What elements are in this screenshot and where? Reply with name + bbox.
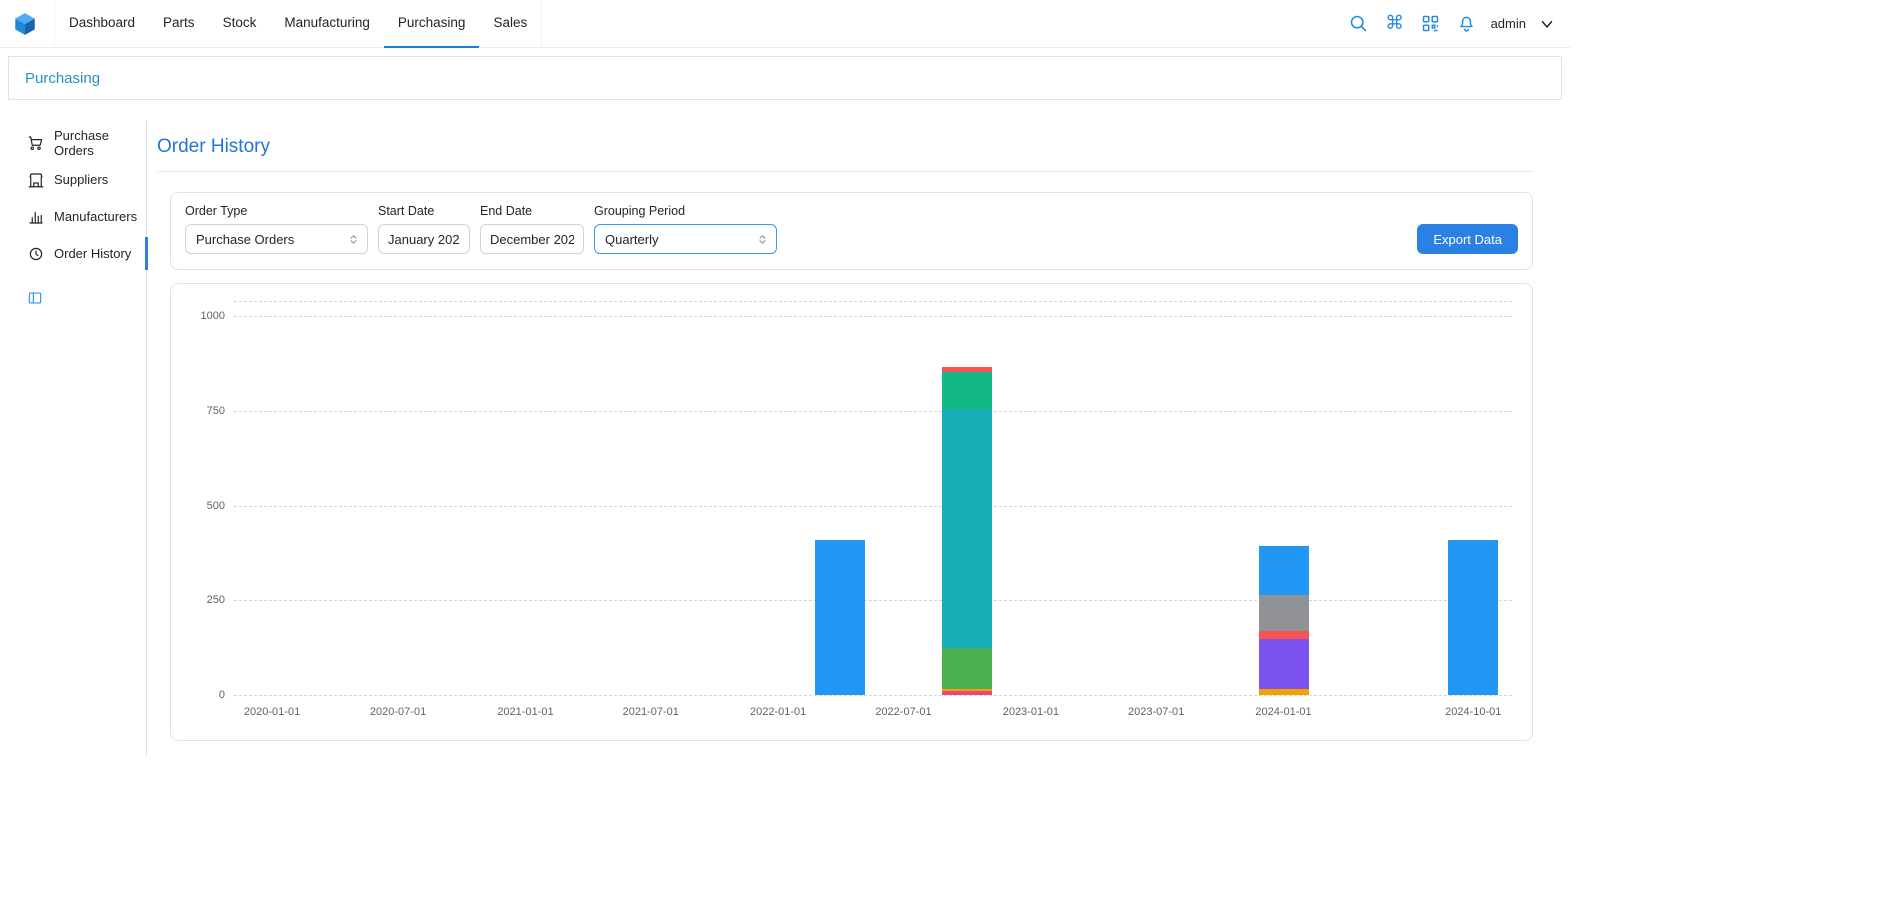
sidebar-item-purchase-orders[interactable]: Purchase Orders [0,124,146,161]
x-axis-tick-label: 2023-01-01 [1003,706,1059,718]
bar-segment[interactable] [1259,639,1309,689]
end-date-field: End Date [480,204,584,254]
qr-scan-icon[interactable] [1419,12,1443,36]
main-content: Order History Order Type Purchase Orders… [147,120,1570,756]
end-date-label: End Date [480,204,584,218]
y-axis-tick-label: 0 [219,689,225,701]
bar-segment[interactable] [1448,540,1498,695]
y-axis-tick-label: 1000 [201,310,225,322]
tab-stock[interactable]: Stock [209,0,271,48]
bar-segment[interactable] [942,689,992,691]
sidebar-item-manufacturers[interactable]: Manufacturers [0,198,146,235]
chart-bar[interactable] [815,540,865,695]
tab-purchasing[interactable]: Purchasing [384,0,480,48]
bar-segment[interactable] [942,372,992,409]
chart-gridline [234,316,1512,317]
bar-segment[interactable] [1259,689,1309,695]
order-type-value: Purchase Orders [196,232,294,247]
chart-bar[interactable] [1448,540,1498,695]
shopping-cart-icon [27,134,45,152]
tab-sales[interactable]: Sales [479,0,541,48]
x-axis-tick-label: 2024-10-01 [1445,706,1501,718]
sidebar-item-label: Suppliers [54,172,108,187]
chart-bar[interactable] [942,367,992,695]
tab-parts[interactable]: Parts [149,0,209,48]
bar-segment[interactable] [1259,631,1309,639]
breadcrumb-purchasing[interactable]: Purchasing [25,70,100,87]
x-axis-tick-label: 2021-07-01 [623,706,679,718]
sidebar-item-suppliers[interactable]: Suppliers [0,161,146,198]
x-axis-tick-label: 2020-07-01 [370,706,426,718]
filter-panel: Order Type Purchase Orders Start Date [170,192,1533,270]
y-axis-tick-label: 750 [207,405,225,417]
grouping-period-value: Quarterly [605,232,658,247]
order-type-select[interactable]: Purchase Orders [185,224,368,254]
history-clock-icon [27,245,45,263]
start-date-input[interactable] [378,224,470,254]
sidebar-item-order-history[interactable]: Order History [0,235,146,272]
building-store-icon [27,171,45,189]
bar-segment[interactable] [942,409,992,648]
grouping-period-select[interactable]: Quarterly [594,224,777,254]
y-axis-tick-label: 250 [207,594,225,606]
x-axis-tick-label: 2020-01-01 [244,706,300,718]
app-window: Dashboard Parts Stock Manufacturing Purc… [0,0,1570,756]
bar-segment[interactable] [942,367,992,372]
order-type-label: Order Type [185,204,368,218]
chart-gridline [234,600,1512,601]
chart-gridline [234,695,1512,696]
app-logo-icon[interactable] [12,10,40,38]
username-label: admin [1491,16,1526,31]
x-axis-tick-label: 2022-07-01 [875,706,931,718]
end-date-input[interactable] [480,224,584,254]
grouping-period-label: Grouping Period [594,204,777,218]
y-axis-tick-label: 500 [207,500,225,512]
sidebar-item-label: Purchase Orders [54,128,146,158]
search-icon[interactable] [1347,12,1371,36]
tab-manufacturing[interactable]: Manufacturing [270,0,384,48]
chart-gridline [234,411,1512,412]
chart-gridline [234,506,1512,507]
bar-segment[interactable] [1259,546,1309,595]
breadcrumb: Purchasing [8,56,1562,100]
chevron-up-down-icon [755,232,770,247]
x-axis-tick-label: 2023-07-01 [1128,706,1184,718]
sidebar-collapse-icon[interactable] [27,290,43,306]
main-nav-tabs: Dashboard Parts Stock Manufacturing Purc… [54,0,542,48]
grouping-period-field: Grouping Period Quarterly [594,204,777,254]
chart-bars-icon [27,208,45,226]
chart-plot: 025050075010002020-01-012020-07-012021-0… [234,301,1512,695]
bar-segment[interactable] [942,648,992,689]
tab-dashboard[interactable]: Dashboard [55,0,149,48]
navbar-actions: ⌘ admin [1347,12,1560,36]
sidebar-item-label: Order History [54,246,131,261]
bar-segment[interactable] [1259,595,1309,631]
page-title: Order History [157,136,1533,158]
top-navbar: Dashboard Parts Stock Manufacturing Purc… [0,0,1570,48]
bar-segment[interactable] [815,540,865,695]
x-axis-tick-label: 2024-01-01 [1255,706,1311,718]
chart-bar[interactable] [1259,546,1309,695]
chevron-up-down-icon [346,232,361,247]
x-axis-tick-label: 2021-01-01 [497,706,553,718]
export-data-button[interactable]: Export Data [1417,224,1518,254]
sidebar-item-label: Manufacturers [54,209,137,224]
chart-gridline [234,301,1512,302]
bar-segment[interactable] [942,691,992,695]
start-date-field: Start Date [378,204,470,254]
title-divider [157,171,1533,172]
x-axis-tick-label: 2022-01-01 [750,706,806,718]
order-type-field: Order Type Purchase Orders [185,204,368,254]
order-history-chart-panel: 0 250 500 750 1000 2020-01-01 2020-07-01 2021-0… [170,283,1533,741]
user-menu-chevron-down-icon[interactable] [1538,15,1556,33]
purchasing-sidebar: Purchase Orders Suppliers Manufacturers [0,120,147,756]
notifications-bell-icon[interactable] [1455,12,1479,36]
start-date-label: Start Date [378,204,470,218]
command-palette-icon[interactable]: ⌘ [1383,12,1407,36]
